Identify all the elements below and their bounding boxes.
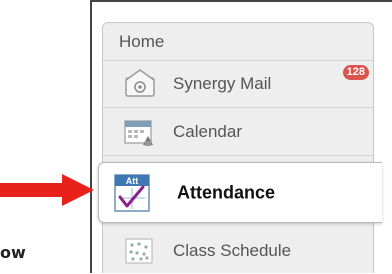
attendance-icon: Att	[113, 173, 151, 213]
class-schedule-icon	[123, 236, 157, 266]
navigation-menu: Home Synergy Mail 128 Calendar Class Sch…	[102, 22, 374, 273]
mail-icon	[123, 69, 157, 99]
home-label: Home	[119, 31, 165, 51]
unread-count-badge: 128	[342, 65, 369, 80]
menu-header-home[interactable]: Home	[103, 23, 373, 61]
menu-item-label: Class Schedule	[173, 240, 292, 260]
menu-item-label: Synergy Mail	[173, 74, 272, 93]
menu-item-attendance[interactable]: Att Attendance	[98, 162, 382, 223]
menu-item-calendar[interactable]: Calendar	[103, 108, 373, 156]
cut-off-annotation-text: ow	[0, 243, 26, 262]
red-pointer-arrow-icon	[0, 174, 94, 206]
menu-item-synergy-mail[interactable]: Synergy Mail 128	[103, 61, 373, 108]
menu-item-label: Calendar	[173, 121, 242, 141]
calendar-icon	[123, 117, 157, 147]
menu-item-class-schedule[interactable]: Class Schedule	[103, 227, 373, 274]
menu-item-label: Attendance	[177, 182, 276, 202]
attendance-icon-text: Att	[126, 176, 139, 186]
